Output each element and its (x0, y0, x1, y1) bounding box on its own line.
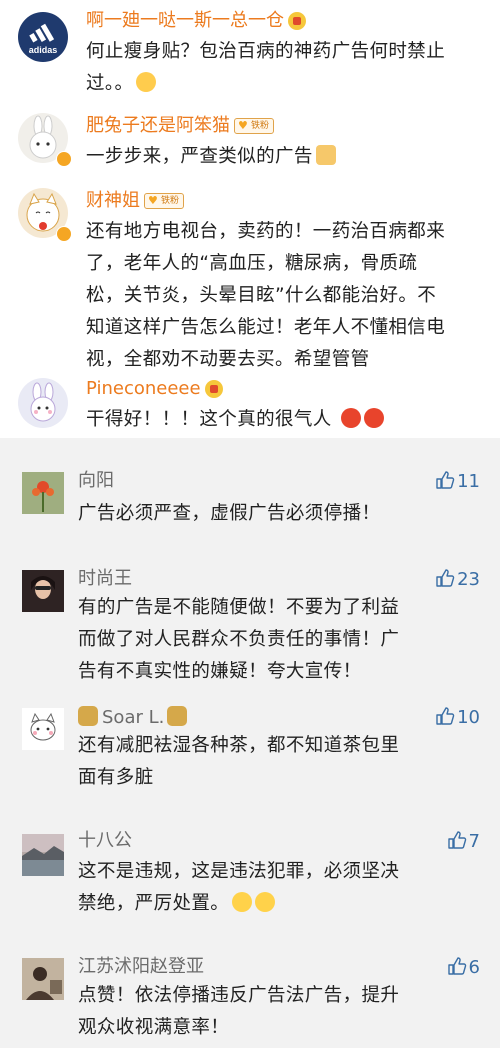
comment-text: 何止瘦身贴？包治百病的神药广告何时禁止 过。。 (86, 41, 446, 94)
comment-item: adidas 啊一廸一哒一斯一总一仓 何止瘦身贴？包治百病的神药广告何时禁止 过… (0, 0, 500, 105)
reply-item: 时尚王 23 有的广告是不能随便做！不要为了利益 而做了对人民群众不负责任的事情… (0, 562, 500, 692)
thumbs-up-icon (447, 831, 466, 849)
user-name[interactable]: 肥兔子还是阿笨猫铁粉 (86, 115, 275, 137)
user-name[interactable]: 江苏沭阳赵登亚 (78, 956, 204, 978)
thumbs-up-icon (436, 707, 455, 725)
surprised-face-icon (232, 892, 253, 912)
angry-face-icon (363, 408, 384, 428)
thumbs-up-icon (436, 471, 455, 489)
fan-badge-icon: 铁粉 (234, 118, 275, 134)
reply-item: 十八公 7 这不是违规，这是违法犯罪，必须坚决 禁绝，严厉处置。 (0, 824, 500, 934)
reply-item: 向阳 11 广告必须严查，虚假广告必须停播！ (0, 460, 500, 550)
user-name[interactable]: 啊一廸一哒一斯一总一仓 (86, 10, 306, 32)
like-button[interactable]: 7 (447, 830, 480, 853)
thumbs-up-icon (447, 957, 466, 975)
comment-text: 干得好！！！这个真的很气人 (86, 404, 384, 436)
verified-badge-icon (56, 226, 72, 242)
svg-text:adidas: adidas (29, 45, 58, 55)
avatar[interactable] (22, 472, 64, 514)
like-button[interactable]: 11 (435, 470, 480, 493)
reply-item: Soar L. 10 还有减肥袪湿各种茶，都不知道茶包里 面有多脏 (0, 700, 500, 810)
angry-face-icon (340, 408, 361, 428)
avatar[interactable] (18, 378, 68, 428)
crown-icon (288, 12, 306, 30)
shrug-emoji-icon (136, 72, 157, 92)
like-button[interactable]: 10 (435, 706, 480, 729)
like-button[interactable]: 6 (447, 956, 480, 979)
like-button[interactable]: 23 (435, 568, 480, 591)
flower-avatar-icon (22, 472, 64, 514)
comment-text: 还有地方电视台，卖药的！一药治百病都来 了，老年人的“高血压，糖尿病，骨质疏 松… (86, 221, 446, 370)
money-bag-icon (78, 706, 98, 726)
dizzy-face-icon (255, 892, 276, 912)
comment-text: 一步步来，严查类似的广告 (86, 141, 336, 173)
verified-badge-icon (56, 151, 72, 167)
thumbs-up-icon (436, 569, 455, 587)
reply-text: 还有减肥袪湿各种茶，都不知道茶包里 面有多脏 (78, 735, 400, 788)
user-name[interactable]: 十八公 (78, 830, 132, 852)
comment-item: 肥兔子还是阿笨猫铁粉 一步步来，严查类似的广告 (0, 105, 500, 180)
reply-text: 广告必须严查，虚假广告必须停播！ (78, 503, 381, 524)
avatar[interactable]: adidas (18, 12, 68, 62)
avatar[interactable] (22, 834, 64, 876)
reply-text: 这不是违规，这是违法犯罪，必须坚决 禁绝，严厉处置。 (78, 861, 400, 914)
adidas-logo-icon: adidas (29, 23, 58, 55)
bunny-avatar-icon (30, 382, 56, 422)
portrait-avatar-icon (22, 570, 64, 612)
person-avatar-icon (22, 958, 64, 1000)
flexed-biceps-emoji-icon (315, 145, 336, 165)
avatar[interactable] (22, 570, 64, 612)
avatar[interactable] (22, 708, 64, 750)
comment-item: Pineconeeee 干得好！！！这个真的很气人 (0, 370, 500, 438)
fan-badge-icon: 铁粉 (144, 193, 185, 209)
user-name[interactable]: 时尚王 (78, 568, 132, 590)
user-name[interactable]: Pineconeeee (86, 378, 223, 400)
avatar[interactable] (22, 958, 64, 1000)
landscape-avatar-icon (22, 834, 64, 876)
user-name[interactable]: 财神姐铁粉 (86, 190, 185, 212)
user-name[interactable]: 向阳 (78, 470, 114, 492)
comment-item: 财神姐铁粉 还有地方电视台，卖药的！一药治百病都来 了，老年人的“高血压，糖尿病… (0, 180, 500, 370)
money-bag-icon (167, 706, 188, 726)
cat-sticker-avatar-icon (22, 708, 64, 750)
crown-icon (204, 380, 223, 398)
user-name[interactable]: Soar L. (78, 706, 188, 729)
reply-text: 点赞！依法停播违反广告法广告，提升 观众收视满意率！ (78, 985, 400, 1038)
reply-text: 有的广告是不能随便做！不要为了利益 而做了对人民群众不负责任的事情！广 告有不真… (78, 597, 400, 682)
reply-item: 江苏沭阳赵登亚 6 点赞！依法停播违反广告法广告，提升 观众收视满意率！ (0, 950, 500, 1048)
